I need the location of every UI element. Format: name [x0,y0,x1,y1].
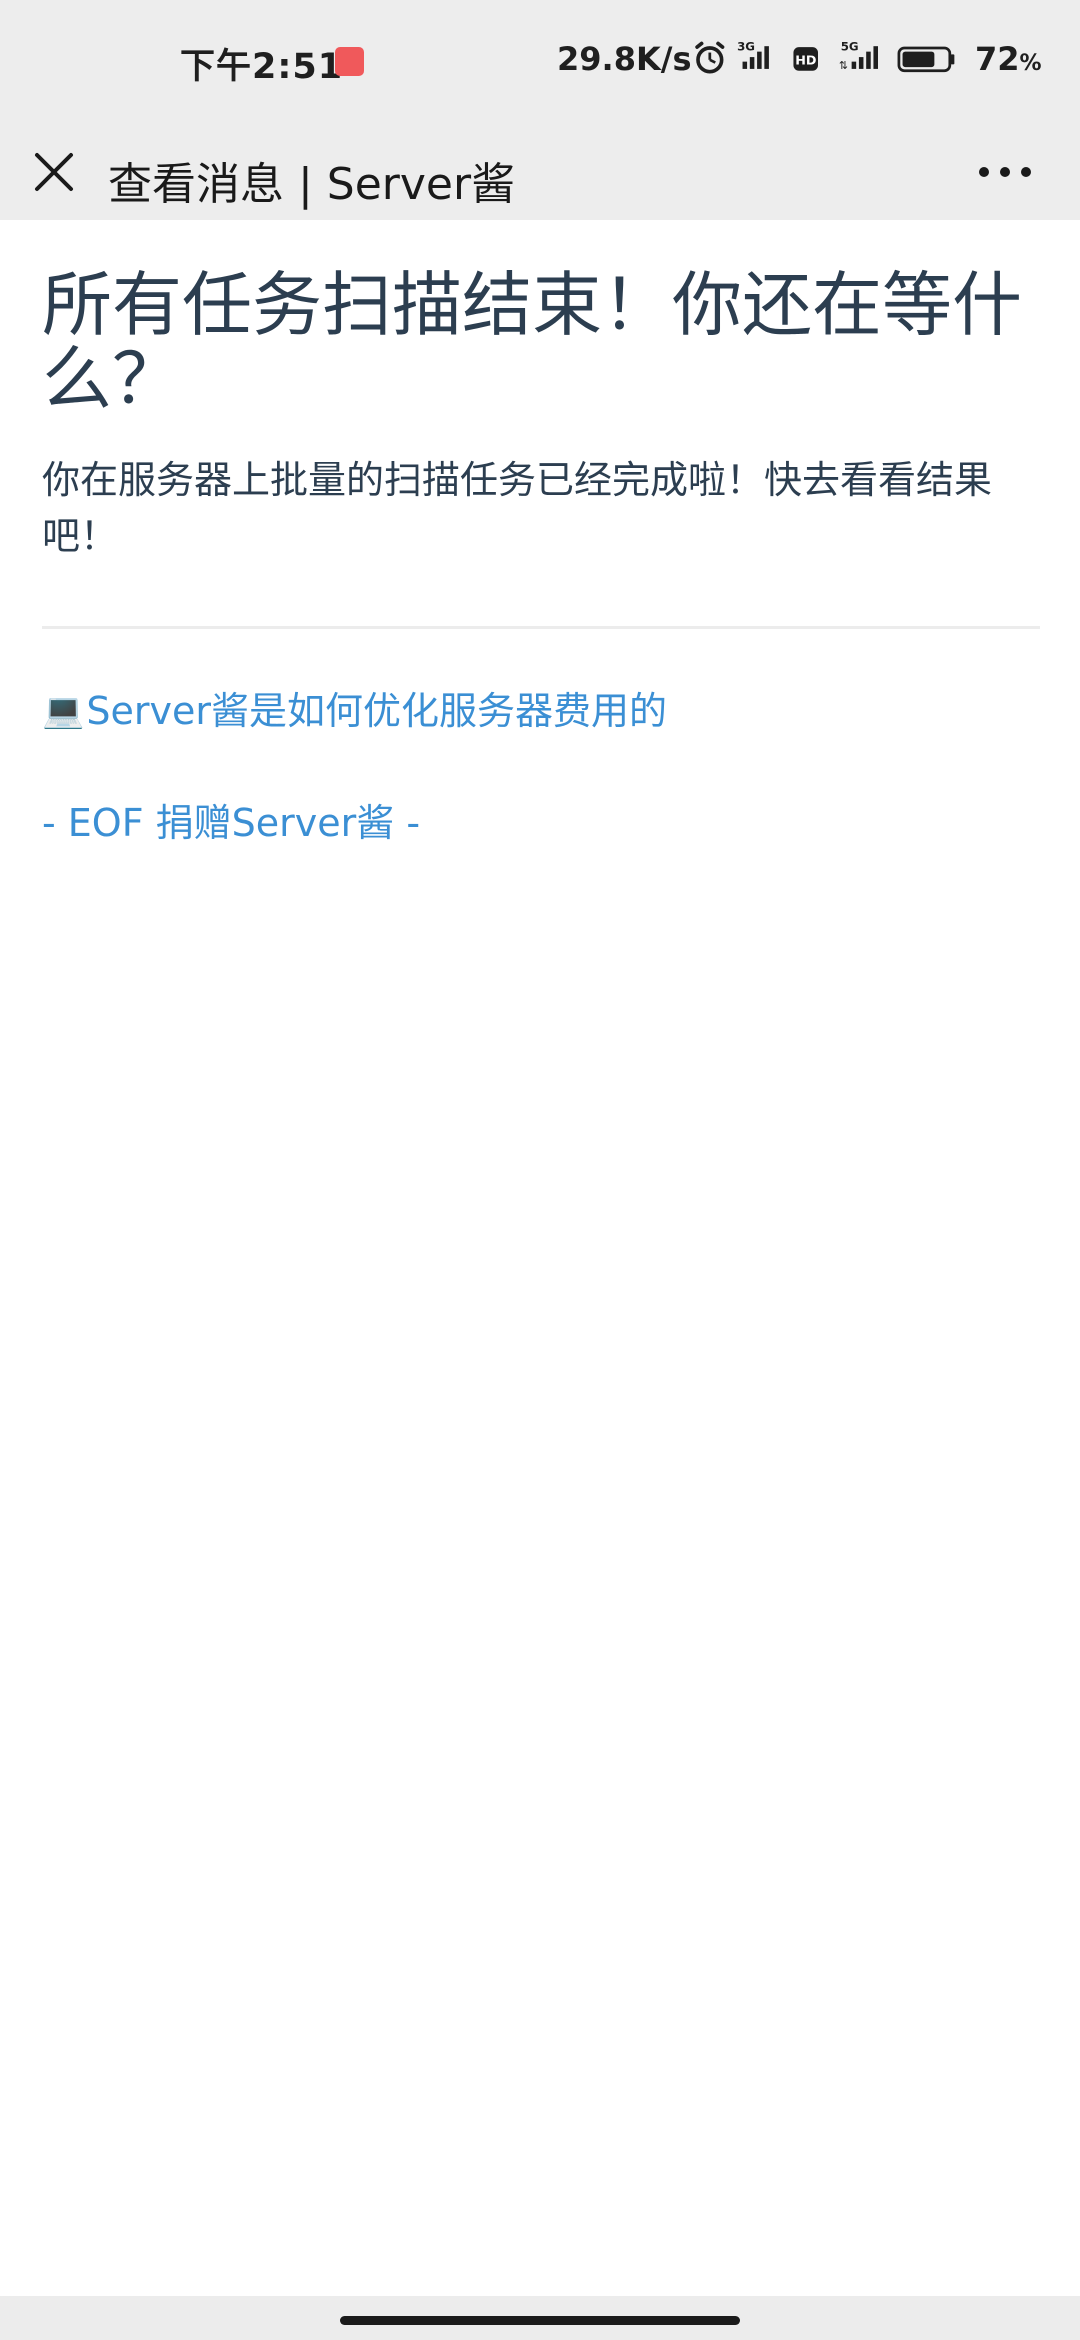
svg-text:⇅: ⇅ [839,59,848,72]
notification-app-icon [335,47,364,76]
close-button[interactable] [24,142,84,202]
page-title: 查看消息 | Server酱 [108,159,516,210]
signal-2-label: 5G [841,40,859,54]
message-content: 所有任务扫描结束！你还在等什么？ 你在服务器上批量的扫描任务已经完成啦！快去看看… [42,220,1040,847]
battery-icon [897,46,955,73]
laptop-icon: 💻 [42,691,85,731]
signal-1-label: 3G [737,40,755,54]
status-icons: 3G HD 5G ⇅ [695,40,955,74]
hd-badge-icon: HD [793,47,818,71]
more-horizontal-icon [979,167,1031,177]
message-headline: 所有任务扫描结束！你还在等什么？ [42,264,1022,420]
article-link-text: Server酱是如何优化服务器费用的 [86,689,667,733]
article-link[interactable]: 💻 Server酱是如何优化服务器费用的 [42,687,1040,735]
hd-label: HD [795,52,816,67]
donate-link[interactable]: 捐赠Server酱 [156,799,395,847]
network-speed: 29.8K/s [557,40,692,78]
eof-prefix: - EOF [42,801,156,845]
battery-value: 72 [975,40,1020,78]
message-body: 你在服务器上批量的扫描任务已经完成啦！快去看看结果吧！ [42,458,993,558]
screen: 下午2:51 29.8K/s 3G HD 5G ⇅ 72% 查看消息 | Ser… [0,0,1080,2340]
signal-3g-icon: 3G [737,40,769,69]
eof-suffix: - [394,801,421,845]
divider [42,626,1040,629]
eof-footer: - EOF 捐赠Server酱 - [42,799,1040,847]
status-time: 下午2:51 [180,47,344,87]
status-bar: 下午2:51 29.8K/s 3G HD 5G ⇅ 72% [0,0,1080,124]
battery-percent: 72% [975,40,1042,78]
signal-5g-icon: 5G ⇅ [839,40,878,72]
title-bar: 查看消息 | Server酱 [0,124,1080,220]
close-icon [35,153,73,191]
alarm-icon [695,41,725,74]
battery-unit: % [1019,51,1042,76]
more-options-button[interactable] [970,142,1040,202]
home-gesture-bar[interactable] [340,2316,740,2325]
gesture-nav-area [0,2296,1080,2340]
